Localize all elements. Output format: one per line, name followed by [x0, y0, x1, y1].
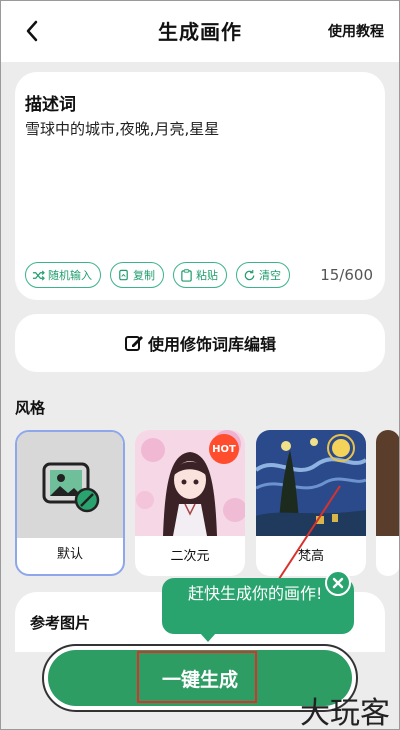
tooltip-close-button[interactable]: [325, 570, 351, 596]
annotation-highlight-box: [137, 651, 257, 703]
tooltip-text: 赶快生成你的画作!: [188, 584, 323, 603]
generate-hint-tooltip: 赶快生成你的画作!: [162, 570, 354, 642]
watermark-logo: 大玩客: [300, 696, 390, 730]
close-icon: [332, 577, 344, 589]
